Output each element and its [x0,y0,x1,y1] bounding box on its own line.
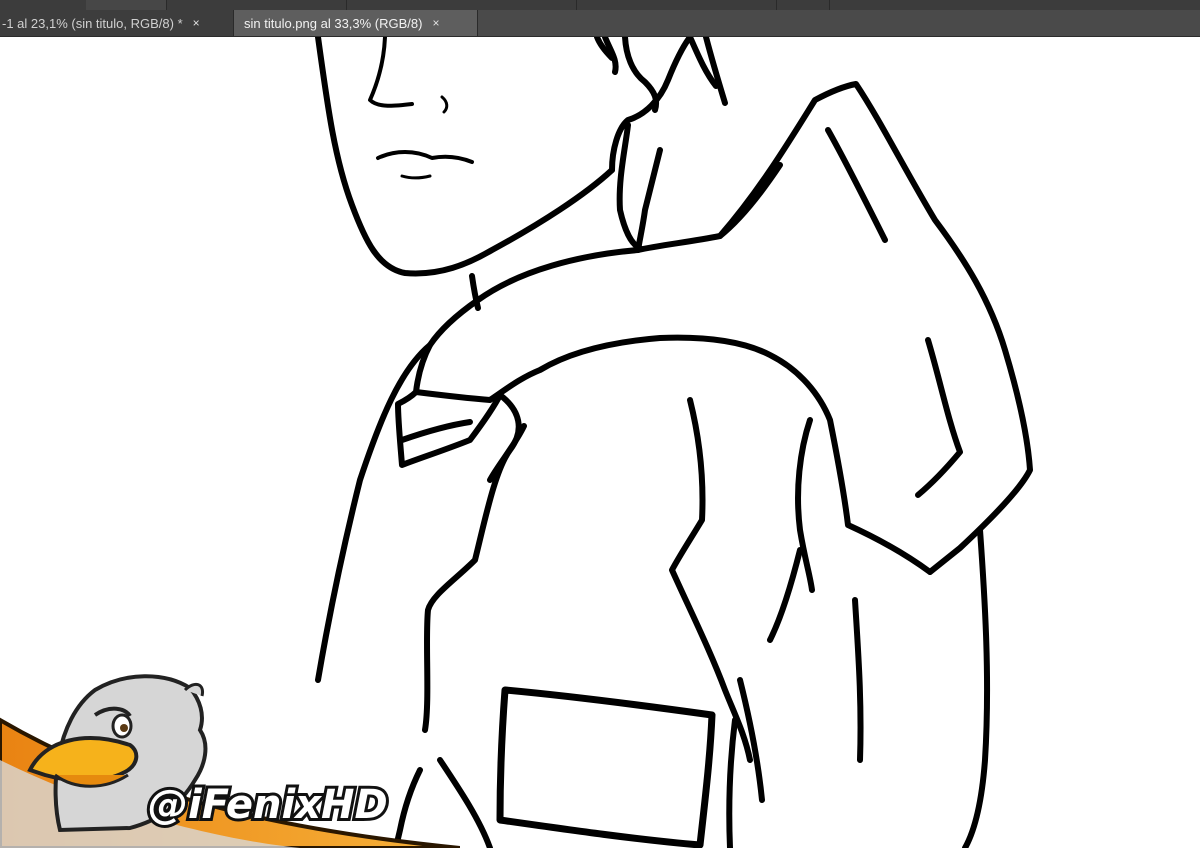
toolbar-divider [575,0,577,10]
tab-document-2[interactable]: sin titulo.png al 33,3% (RGB/8) × [234,10,478,36]
tab-label: -1 al 23,1% (sin titulo, RGB/8) * [2,15,183,31]
toolbar-divider [775,0,777,10]
watermark-handle: @iFenixHD [148,782,388,828]
top-toolbar-strip [0,0,1200,10]
toolbar-control[interactable] [86,0,167,10]
document-tab-bar: -1 al 23,1% (sin titulo, RGB/8) * × sin … [0,10,1200,37]
document-canvas[interactable]: @iFenixHD [0,37,1200,848]
close-icon[interactable]: × [432,16,439,30]
watermark-banner: @iFenixHD [0,674,460,848]
tab-document-1[interactable]: -1 al 23,1% (sin titulo, RGB/8) * × [0,10,234,36]
close-icon[interactable]: × [193,16,200,30]
toolbar-divider [828,0,830,10]
tab-label: sin titulo.png al 33,3% (RGB/8) [244,15,423,31]
toolbar-divider [345,0,347,10]
